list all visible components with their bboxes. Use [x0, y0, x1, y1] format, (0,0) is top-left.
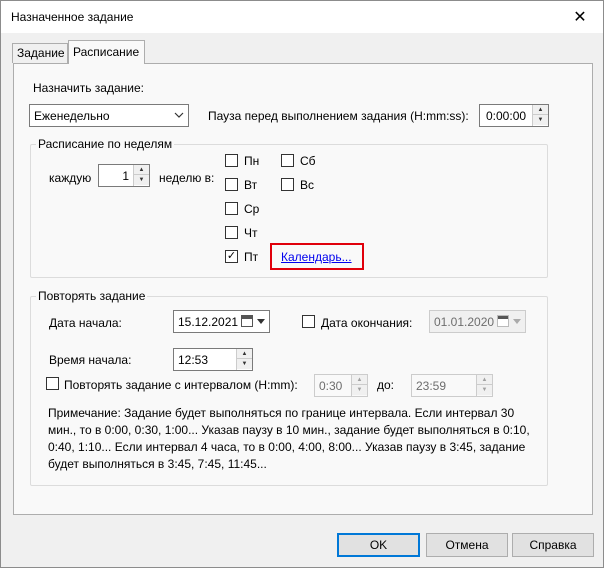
spinner-buttons: ▲ ▼: [133, 165, 149, 186]
tuesday-label: Вт: [244, 178, 258, 192]
assign-select-value: Еженедельно: [34, 108, 110, 123]
chevron-down-icon: [257, 316, 265, 327]
wednesday-checkbox[interactable]: [225, 202, 238, 215]
spin-up-icon[interactable]: ▲: [533, 105, 548, 115]
saturday-checkbox[interactable]: [281, 154, 294, 167]
spin-up-icon[interactable]: ▲: [477, 375, 492, 385]
tuesday-checkbox[interactable]: [225, 178, 238, 191]
to-label: до:: [377, 378, 395, 392]
end-date-value: 01.01.2020: [434, 314, 495, 329]
interval-value: 0:30: [319, 379, 343, 393]
spinner-buttons: ▲ ▼: [476, 375, 492, 396]
sunday-label: Вс: [300, 178, 315, 192]
check-icon: ✓: [226, 250, 237, 262]
to-time-value: 23:59: [416, 379, 447, 393]
friday-checkbox[interactable]: ✓: [225, 250, 238, 263]
tab-task[interactable]: Задание: [12, 43, 68, 63]
spinner-buttons: ▲ ▼: [351, 375, 367, 396]
pause-value: 0:00:00: [486, 109, 527, 123]
monday-checkbox[interactable]: [225, 154, 238, 167]
chevron-down-icon: [513, 316, 521, 327]
pause-label: Пауза перед выполнением задания (H:mm:ss…: [208, 109, 469, 123]
thursday-checkbox[interactable]: [225, 226, 238, 239]
spin-down-icon[interactable]: ▼: [237, 359, 252, 369]
pause-spinner[interactable]: 0:00:00 ▲ ▼: [479, 104, 549, 127]
repeat-note: Примечание: Задание будет выполняться по…: [48, 406, 530, 471]
start-time-value: 12:53: [178, 353, 209, 367]
calendar-link[interactable]: Календарь...: [281, 250, 352, 264]
help-button[interactable]: Справка: [512, 533, 594, 557]
dialog-window: Назначенное задание ✕ Задание Расписание…: [0, 0, 604, 568]
every-spinner[interactable]: 1 ▲ ▼: [98, 164, 150, 187]
weekly-group-title: Расписание по неделям: [36, 137, 175, 151]
repeat-group-title: Повторять задание: [36, 289, 148, 303]
start-date-label: Дата начала:: [49, 316, 122, 330]
end-date-label: Дата окончания:: [321, 316, 413, 330]
wednesday-label: Ср: [244, 202, 260, 216]
close-button[interactable]: ✕: [557, 1, 603, 33]
spinner-buttons: ▲ ▼: [236, 349, 252, 370]
title-bar: Назначенное задание ✕: [1, 1, 603, 33]
start-time-spinner[interactable]: 12:53 ▲ ▼: [173, 348, 253, 371]
assign-select[interactable]: Еженедельно: [29, 104, 189, 127]
end-date-checkbox[interactable]: [302, 315, 315, 328]
ok-button[interactable]: OK: [337, 533, 420, 557]
assign-label: Назначить задание:: [33, 81, 144, 95]
thursday-label: Чт: [244, 226, 258, 240]
repeat-interval-label: Повторять задание с интервалом (H:mm):: [64, 378, 298, 392]
spin-down-icon[interactable]: ▼: [352, 385, 367, 395]
every-value: 1: [122, 169, 129, 183]
end-date-picker[interactable]: 01.01.2020: [429, 310, 526, 333]
saturday-label: Сб: [300, 154, 316, 168]
start-time-label: Время начала:: [49, 353, 132, 367]
spin-up-icon[interactable]: ▲: [352, 375, 367, 385]
spin-up-icon[interactable]: ▲: [237, 349, 252, 359]
spin-down-icon[interactable]: ▼: [134, 175, 149, 185]
spin-down-icon[interactable]: ▼: [477, 385, 492, 395]
chevron-down-icon: [174, 110, 184, 121]
repeat-interval-checkbox[interactable]: [46, 377, 59, 390]
interval-spinner[interactable]: 0:30 ▲ ▼: [314, 374, 368, 397]
week-label: неделю в:: [159, 171, 215, 185]
window-title: Назначенное задание: [11, 10, 134, 24]
close-icon: ✕: [573, 9, 587, 26]
spin-down-icon[interactable]: ▼: [533, 115, 548, 125]
cancel-button[interactable]: Отмена: [426, 533, 508, 557]
start-date-picker[interactable]: 15.12.2021: [173, 310, 270, 333]
to-time-spinner[interactable]: 23:59 ▲ ▼: [411, 374, 493, 397]
calendar-icon: [497, 315, 509, 327]
spinner-buttons: ▲ ▼: [532, 105, 548, 126]
sunday-checkbox[interactable]: [281, 178, 294, 191]
calendar-icon: [241, 315, 253, 327]
every-label: каждую: [49, 171, 92, 185]
start-date-value: 15.12.2021: [178, 314, 239, 329]
spin-up-icon[interactable]: ▲: [134, 165, 149, 175]
tab-schedule[interactable]: Расписание: [68, 40, 145, 64]
friday-label: Пт: [244, 250, 259, 264]
monday-label: Пн: [244, 154, 260, 168]
